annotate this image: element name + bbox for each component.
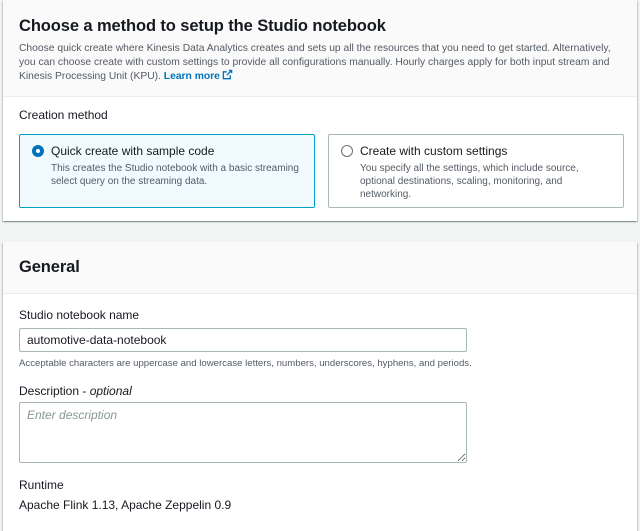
description-text: Choose quick create where Kinesis Data A… <box>19 43 611 82</box>
option-title: Create with custom settings <box>360 144 508 158</box>
external-link-icon <box>222 69 233 80</box>
description-label-text: Description <box>19 384 80 398</box>
notebook-name-input[interactable] <box>19 328 467 352</box>
option-title: Quick create with sample code <box>51 144 215 158</box>
option-description: You specify all the settings, which incl… <box>360 163 579 200</box>
general-header: General <box>3 242 637 294</box>
panel-description: Choose quick create where Kinesis Data A… <box>19 42 621 84</box>
runtime-value: Apache Flink 1.13, Apache Zeppelin 0.9 <box>19 498 232 512</box>
creation-method-panel: Choose a method to setup the Studio note… <box>3 0 637 221</box>
quick-create-option[interactable]: Quick create with sample code This creat… <box>19 134 315 208</box>
description-label: Description - optional <box>19 384 132 398</box>
notebook-name-label: Studio notebook name <box>19 308 140 322</box>
creation-method-label: Creation method <box>19 108 108 122</box>
runtime-label: Runtime <box>19 478 64 492</box>
notebook-name-hint: Acceptable characters are uppercase and … <box>19 358 472 369</box>
custom-settings-radio[interactable] <box>341 145 353 157</box>
learn-more-link[interactable]: Learn more <box>163 69 233 82</box>
description-textarea[interactable] <box>19 402 467 463</box>
panel-title: Choose a method to setup the Studio note… <box>19 17 386 35</box>
learn-more-label: Learn more <box>163 71 220 82</box>
quick-create-radio[interactable] <box>32 145 44 157</box>
general-panel: General Studio notebook name Acceptable … <box>3 242 637 531</box>
panel-title: General <box>19 258 80 276</box>
custom-settings-option[interactable]: Create with custom settings You specify … <box>328 134 624 208</box>
creation-method-header: Choose a method to setup the Studio note… <box>3 0 637 97</box>
optional-tag: optional <box>89 384 132 398</box>
option-description: This creates the Studio notebook with a … <box>51 163 299 187</box>
